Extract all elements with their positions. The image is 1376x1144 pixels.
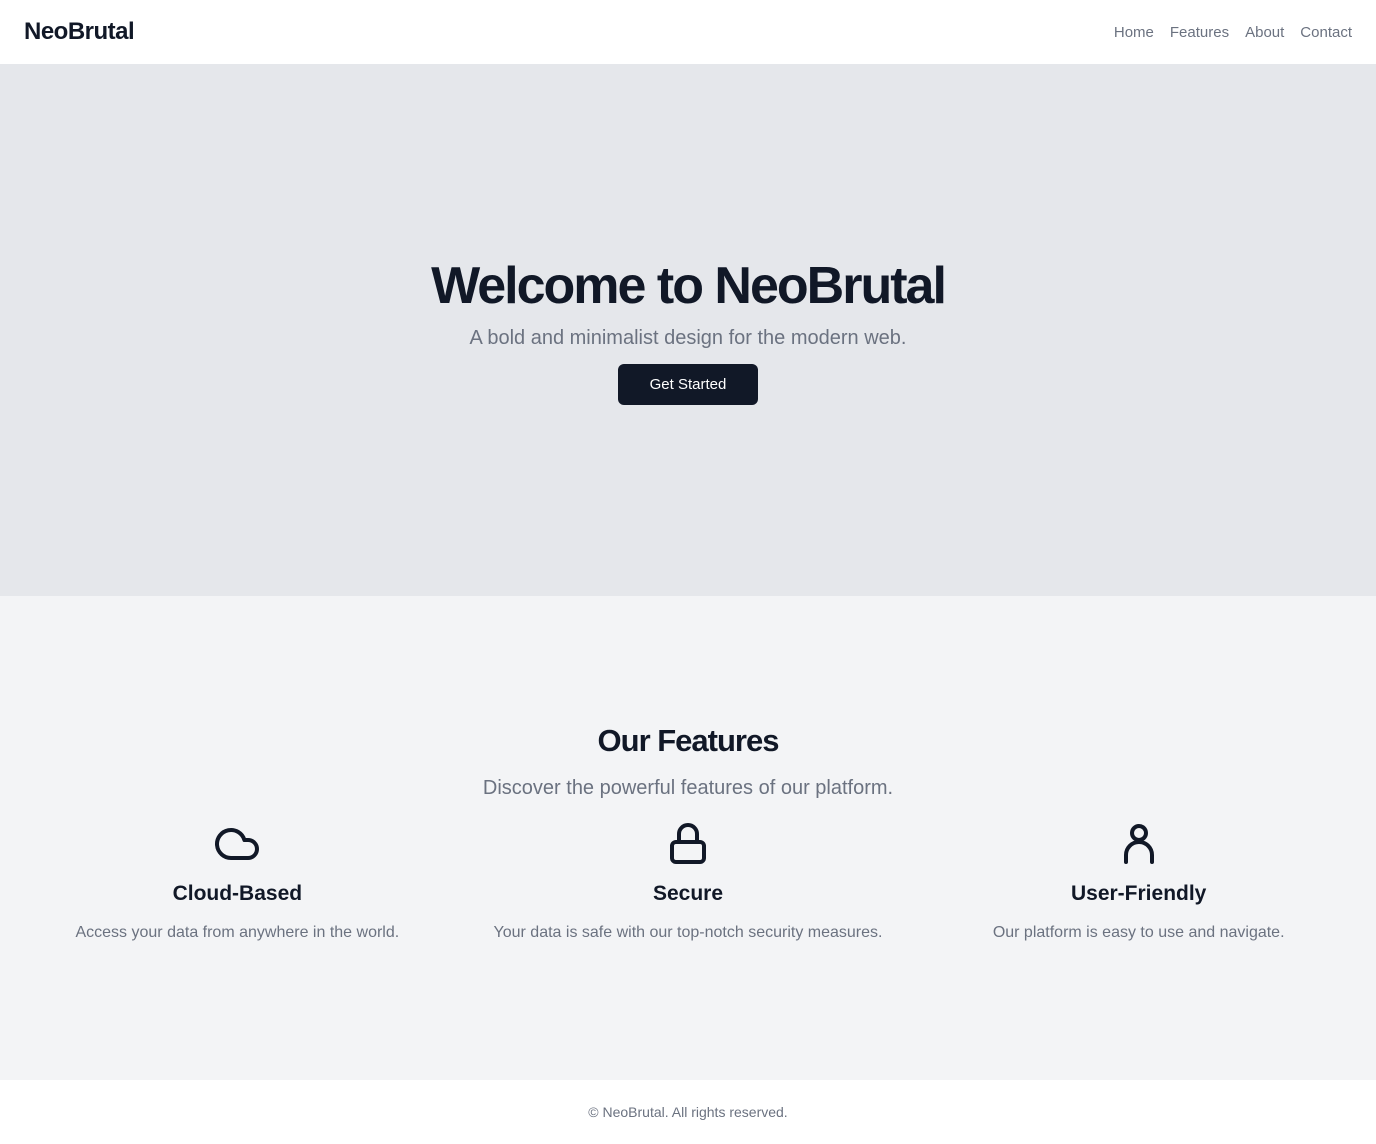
nav-link-home[interactable]: Home — [1114, 24, 1154, 41]
hero-section: Welcome to NeoBrutal A bold and minimali… — [0, 64, 1376, 596]
feature-card-user-friendly: User-Friendly Our platform is easy to us… — [913, 820, 1364, 942]
nav-link-contact[interactable]: Contact — [1300, 24, 1352, 41]
nav-link-features[interactable]: Features — [1170, 24, 1229, 41]
cloud-icon — [213, 820, 261, 868]
features-grid: Cloud-Based Access your data from anywhe… — [12, 820, 1364, 942]
feature-description: Our platform is easy to use and navigate… — [992, 924, 1285, 941]
copyright-text: © NeoBrutal. All rights reserved. — [588, 1104, 788, 1120]
site-footer: © NeoBrutal. All rights reserved. — [0, 1080, 1376, 1144]
hero-title: Welcome to NeoBrutal — [431, 256, 947, 315]
site-header: NeoBrutal Home Features About Contact — [0, 0, 1376, 64]
features-section: Our Features Discover the powerful featu… — [0, 596, 1376, 1080]
main-nav: Home Features About Contact — [1114, 24, 1352, 41]
features-title: Our Features — [597, 723, 780, 758]
hero-subtitle: A bold and minimalist design for the mod… — [469, 327, 907, 350]
feature-title: Cloud-Based — [172, 882, 303, 905]
feature-description: Access your data from anywhere in the wo… — [75, 924, 400, 941]
features-subtitle: Discover the powerful features of our pl… — [482, 777, 894, 799]
brand-logo[interactable]: NeoBrutal — [24, 18, 135, 46]
lock-icon — [664, 820, 712, 868]
nav-link-about[interactable]: About — [1245, 24, 1284, 41]
user-icon — [1115, 820, 1163, 868]
feature-title: User-Friendly — [1070, 882, 1207, 905]
feature-card-secure: Secure Your data is safe with our top-no… — [463, 820, 914, 942]
feature-description: Your data is safe with our top-notch sec… — [493, 924, 883, 941]
feature-card-cloud: Cloud-Based Access your data from anywhe… — [12, 820, 463, 942]
get-started-button[interactable]: Get Started — [617, 364, 759, 406]
feature-title: Secure — [652, 882, 724, 905]
